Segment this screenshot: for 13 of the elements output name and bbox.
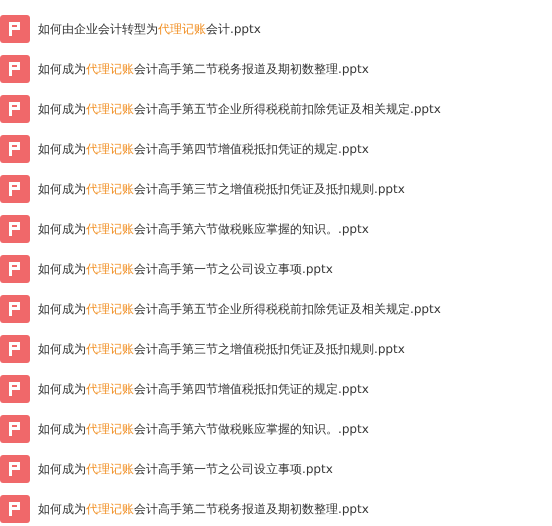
file-name[interactable]: 如何成为代理记账会计高手第四节增值税抵扣凭证的规定.pptx	[38, 375, 369, 403]
file-name[interactable]: 如何成为代理记账会计高手第二节税务报道及期初数整理.pptx	[38, 55, 369, 83]
file-name[interactable]: 如何成为代理记账会计高手第五节企业所得税税前扣除凭证及相关规定.pptx	[38, 95, 441, 123]
file-name[interactable]: 如何由企业会计转型为代理记账会计.pptx	[38, 15, 261, 43]
file-name[interactable]: 如何成为代理记账会计高手第一节之公司设立事项.pptx	[38, 255, 333, 283]
file-name[interactable]: 如何成为代理记账会计高手第五节企业所得税税前扣除凭证及相关规定.pptx	[38, 295, 441, 323]
file-name[interactable]: 如何成为代理记账会计高手第六节做税账应掌握的知识。.pptx	[38, 415, 369, 443]
file-name[interactable]: 如何成为代理记账会计高手第一节之公司设立事项.pptx	[38, 455, 333, 483]
file-name[interactable]: 如何成为代理记账会计高手第二节税务报道及期初数整理.pptx	[38, 495, 369, 523]
file-name[interactable]: 如何成为代理记账会计高手第六节做税账应掌握的知识。.pptx	[38, 215, 369, 243]
file-name[interactable]: 如何成为代理记账会计高手第三节之增值税抵扣凭证及抵扣规则.pptx	[38, 175, 405, 203]
file-name[interactable]: 如何成为代理记账会计高手第四节增值税抵扣凭证的规定.pptx	[38, 135, 369, 163]
file-name[interactable]: 如何成为代理记账会计高手第三节之增值税抵扣凭证及抵扣规则.pptx	[38, 335, 405, 363]
